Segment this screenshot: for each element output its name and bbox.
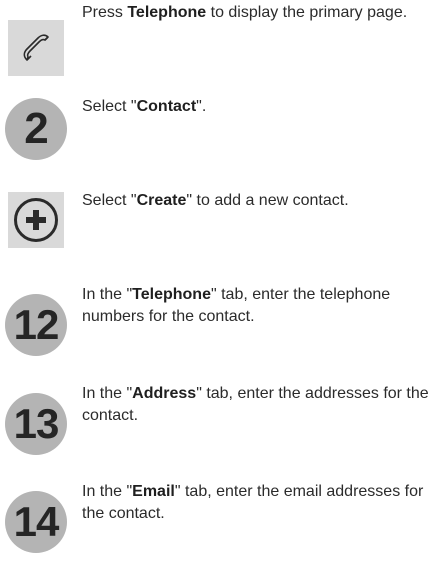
step-text: Press Telephone to display the primary p…	[82, 4, 408, 21]
step-text: Select "Create" to add a new contact.	[82, 192, 349, 209]
step-number-badge: 12	[5, 294, 67, 356]
telephone-icon	[23, 34, 49, 61]
step-text: In the "Email" tab, enter the email addr…	[82, 483, 424, 522]
step-number-badge: 2	[5, 98, 67, 160]
step-text: In the "Address" tab, enter the addresse…	[82, 385, 429, 424]
step-number: 13	[13, 400, 60, 447]
step-number-badge: 13	[5, 393, 67, 455]
step-text: Select "Contact".	[82, 98, 207, 115]
step-number: 2	[24, 104, 49, 153]
step-number: 12	[13, 301, 60, 348]
plus-circle-icon	[14, 198, 58, 242]
telephone-icon-box	[8, 20, 64, 76]
step-number: 14	[13, 498, 60, 545]
step-text: In the "Telephone" tab, enter the teleph…	[82, 286, 391, 325]
plus-icon-box	[8, 192, 64, 248]
step-number-badge: 14	[5, 491, 67, 553]
